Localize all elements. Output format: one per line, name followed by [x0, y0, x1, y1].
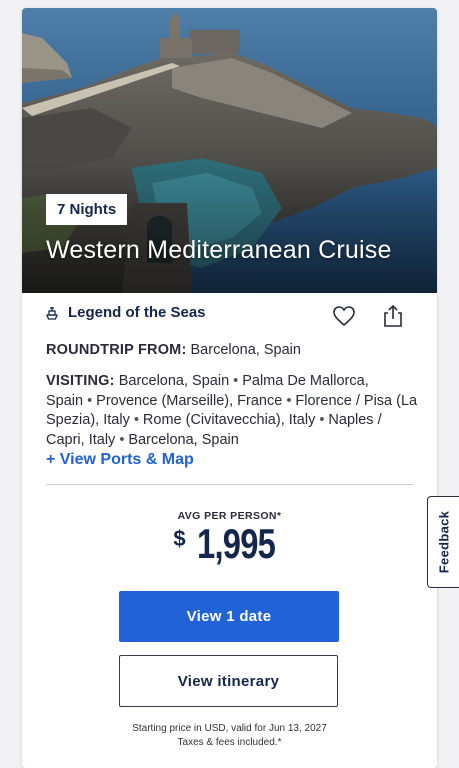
nights-badge: 7 Nights	[46, 194, 128, 225]
ship-info: Legend of the Seas	[44, 304, 206, 321]
roundtrip-label: ROUNDTRIP FROM:	[46, 342, 187, 358]
separator-dot: •	[233, 373, 239, 389]
cruise-card: 7 Nights Western Mediterranean Cruise Le…	[22, 8, 437, 768]
roundtrip-value: Barcelona, Spain	[190, 342, 301, 358]
separator-dot: •	[133, 412, 139, 428]
view-itinerary-button[interactable]: View itinerary	[119, 655, 338, 707]
footnote-line-2: Taxes & fees included.*	[177, 737, 282, 748]
roundtrip-info: ROUNDTRIP FROM: Barcelona, Spain	[46, 342, 301, 358]
visiting-label: VISITING:	[46, 373, 115, 389]
divider	[46, 484, 414, 485]
heart-icon[interactable]	[332, 305, 356, 327]
separator-dot: •	[119, 431, 125, 448]
visiting-ports: VISITING: Barcelona, Spain • Palma De Mall…	[46, 372, 418, 450]
price-amount: 1,995	[196, 520, 276, 567]
price-footnote: Starting price in USD, valid for Jun 13,…	[22, 722, 437, 750]
port-item: Barcelona, Spain	[118, 373, 230, 389]
hero-image[interactable]: 7 Nights Western Mediterranean Cruise	[22, 8, 437, 293]
port-item: Provence (Marseille), France	[96, 392, 283, 409]
port-item: Barcelona, Spain	[128, 431, 239, 448]
separator-dot: •	[286, 392, 292, 409]
price: $1,995	[22, 520, 437, 568]
currency-symbol: $	[173, 526, 186, 551]
cruise-title[interactable]: Western Mediterranean Cruise	[46, 236, 392, 265]
feedback-tab[interactable]: Feedback	[427, 496, 459, 588]
ship-name[interactable]: Legend of the Seas	[68, 304, 206, 321]
view-ports-map-link[interactable]: + View Ports & Map	[46, 451, 194, 469]
footnote-line-1: Starting price in USD, valid for Jun 13,…	[132, 723, 327, 734]
port-item: Rome (Civitavecchia), Italy	[142, 412, 316, 428]
separator-dot: •	[87, 392, 93, 409]
share-icon[interactable]	[382, 304, 404, 328]
ship-icon	[44, 305, 60, 321]
view-dates-button[interactable]: View 1 date	[119, 591, 339, 642]
feedback-label: Feedback	[436, 510, 452, 574]
separator-dot: •	[319, 412, 325, 428]
